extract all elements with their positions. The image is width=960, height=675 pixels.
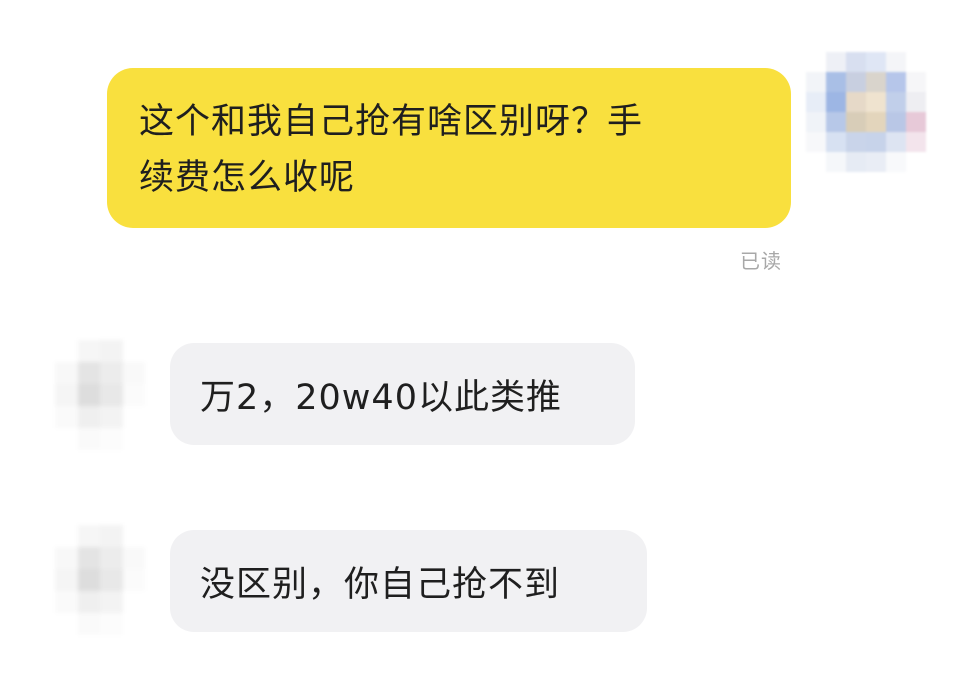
contact-avatar-icon[interactable]: [55, 525, 145, 635]
avatar-pixel: [846, 72, 866, 92]
avatar-pixel: [100, 547, 123, 569]
avatar-pixel: [55, 613, 78, 635]
incoming-message-text: 没区别，你自己抢不到: [200, 564, 561, 605]
avatar-pixel: [55, 406, 78, 428]
incoming-message-text: 万2，20w40以此类推: [200, 377, 562, 418]
avatar-pixel: [55, 428, 78, 450]
avatar-pixel: [806, 112, 826, 132]
avatar-pixel: [55, 569, 78, 591]
avatar-pixel: [886, 72, 906, 92]
avatar-pixel: [55, 340, 78, 362]
avatar-pixel: [122, 428, 145, 450]
avatar-pixel: [77, 613, 100, 635]
avatar-pixel: [886, 152, 906, 172]
avatar-pixel: [55, 362, 78, 384]
avatar-pixel: [846, 152, 866, 172]
avatar-pixel: [77, 384, 100, 406]
avatar-pixel: [806, 152, 826, 172]
avatar-pixel: [100, 613, 123, 635]
avatar-pixel: [886, 92, 906, 112]
avatar-pixel: [55, 525, 78, 547]
avatar-pixel: [100, 591, 123, 613]
avatar-pixel: [866, 72, 886, 92]
incoming-message-bubble[interactable]: 万2，20w40以此类推: [170, 343, 635, 445]
avatar-pixel: [77, 428, 100, 450]
avatar-pixel: [122, 340, 145, 362]
avatar-pixel: [906, 132, 926, 152]
read-receipt: 已读: [740, 249, 782, 273]
avatar-pixel: [122, 406, 145, 428]
avatar-pixel: [77, 340, 100, 362]
avatar-pixel: [100, 340, 123, 362]
avatar-pixel: [122, 547, 145, 569]
avatar-pixel: [826, 52, 846, 72]
avatar-pixel: [122, 591, 145, 613]
avatar-pixel: [77, 569, 100, 591]
avatar-pixel: [826, 152, 846, 172]
avatar-pixel: [77, 591, 100, 613]
avatar-pixel: [122, 384, 145, 406]
avatar-pixel: [100, 406, 123, 428]
avatar-pixel: [100, 362, 123, 384]
avatar-pixel: [77, 547, 100, 569]
avatar-pixel: [886, 132, 906, 152]
outgoing-message-text: 这个和我自己抢有啥区别呀？手 续费怎么收呢: [139, 102, 644, 198]
avatar-pixel: [846, 132, 866, 152]
avatar-pixel: [122, 362, 145, 384]
avatar-pixel: [100, 428, 123, 450]
avatar-pixel: [100, 569, 123, 591]
avatar-pixel: [906, 152, 926, 172]
avatar-pixel: [55, 591, 78, 613]
avatar-pixel: [886, 52, 906, 72]
avatar-pixel: [826, 132, 846, 152]
avatar-pixel: [100, 525, 123, 547]
avatar-pixel: [806, 52, 826, 72]
avatar-pixel: [122, 569, 145, 591]
avatar-pixel: [866, 52, 886, 72]
avatar-pixel: [866, 92, 886, 112]
avatar-pixel: [122, 525, 145, 547]
avatar-pixel: [906, 52, 926, 72]
avatar-pixel: [866, 132, 886, 152]
avatar-pixel: [826, 92, 846, 112]
avatar-pixel: [866, 152, 886, 172]
outgoing-message-bubble[interactable]: 这个和我自己抢有啥区别呀？手 续费怎么收呢: [107, 68, 791, 228]
avatar-pixel: [846, 52, 866, 72]
avatar-pixel: [77, 406, 100, 428]
avatar-pixel: [846, 92, 866, 112]
avatar-pixel: [906, 92, 926, 112]
avatar-pixel: [55, 384, 78, 406]
avatar-pixel: [100, 384, 123, 406]
avatar-pixel: [806, 92, 826, 112]
avatar-pixel: [906, 72, 926, 92]
self-avatar-icon[interactable]: [806, 52, 926, 172]
avatar-pixel: [906, 112, 926, 132]
avatar-pixel: [826, 112, 846, 132]
avatar-pixel: [846, 112, 866, 132]
avatar-pixel: [826, 72, 846, 92]
avatar-pixel: [806, 132, 826, 152]
avatar-pixel: [806, 72, 826, 92]
avatar-pixel: [122, 613, 145, 635]
avatar-pixel: [866, 112, 886, 132]
avatar-pixel: [886, 112, 906, 132]
contact-avatar-icon[interactable]: [55, 340, 145, 450]
avatar-pixel: [55, 547, 78, 569]
avatar-pixel: [77, 525, 100, 547]
avatar-pixel: [77, 362, 100, 384]
incoming-message-bubble[interactable]: 没区别，你自己抢不到: [170, 530, 647, 632]
